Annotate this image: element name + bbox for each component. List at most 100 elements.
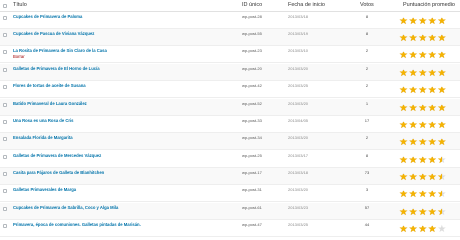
row-title-link[interactable]: Cupcakes de Primavera de Paloma: [13, 14, 82, 20]
row-title-link[interactable]: Casita para Pájaros de Galleta de Blanhi…: [13, 170, 104, 176]
row-checkbox[interactable]: [3, 16, 7, 20]
row-checkbox[interactable]: [3, 172, 7, 176]
star-icon: ★★: [437, 172, 447, 183]
row-start-date: 2013/03/18: [288, 170, 309, 175]
row-title-link[interactable]: La Rosita de Primavera de Sin Claro de l…: [13, 48, 107, 54]
row-title-link[interactable]: Cupcakes de Primavera de Sabrilla, Coco …: [13, 205, 118, 211]
row-id: wp-post-55: [242, 31, 262, 36]
star-icon: ★★: [437, 189, 447, 200]
table-row: Primavera, época de comuniones. Galletas…: [0, 220, 460, 237]
row-title-link[interactable]: Galletas de Primavera de Mercedes Vázque…: [13, 153, 101, 159]
row-votes: 2: [365, 83, 369, 88]
row-start-date: 2013/03/10: [288, 48, 309, 53]
row-rating-stars: ★★★★★★★★★★: [399, 137, 449, 148]
table-row: Batido Primaveral de Laura González wp-po…: [0, 99, 460, 116]
star-icon: ★★: [427, 189, 437, 200]
row-title-link[interactable]: Batido Primaveral de Laura González: [13, 101, 87, 107]
row-rating-stars: ★ ★ ★ ★ ★ ★ ★ ★ ★: [399, 224, 449, 235]
row-id: wp-post-33: [242, 118, 262, 123]
column-header-id[interactable]: ID único: [242, 2, 262, 9]
row-checkbox[interactable]: [3, 137, 7, 141]
row-rating-stars: ★★★★★★★★★★: [399, 189, 449, 200]
row-start-date: 2013/03/20: [288, 66, 309, 71]
star-icon: ★★: [437, 16, 447, 27]
star-icon: ★★: [437, 207, 447, 218]
row-checkbox[interactable]: [3, 207, 7, 211]
table-row: La Rosita de Primavera de Sin Claro de l…: [0, 46, 460, 63]
star-icon: ★★: [418, 33, 428, 44]
row-checkbox[interactable]: [3, 33, 7, 37]
star-icon: ★★: [399, 189, 408, 200]
star-icon: ★★: [418, 207, 428, 218]
row-id: wp-post-47: [242, 222, 262, 227]
star-icon: ★★: [399, 50, 408, 61]
row-start-date: 2013/03/18: [288, 14, 309, 19]
row-id: wp-post-52: [242, 101, 262, 106]
row-title-link[interactable]: Galletas Primaverales de Marga: [13, 187, 76, 193]
row-votes: 2: [365, 48, 369, 53]
row-start-date: 2013/03/23: [288, 205, 309, 210]
star-icon: ★★: [399, 16, 408, 27]
row-votes: 1: [365, 101, 369, 106]
row-votes: 8: [365, 14, 369, 19]
star-icon: ★★: [408, 33, 418, 44]
star-icon: ★★: [408, 103, 418, 114]
star-icon: ★★: [427, 16, 437, 27]
star-icon: ★★: [427, 224, 437, 235]
star-icon: ★★: [418, 137, 428, 148]
row-rating-stars: ★★★★★★★★★★: [399, 120, 449, 131]
row-start-date: 2013/03/20: [288, 135, 309, 140]
star-icon: ★★: [437, 137, 447, 148]
row-title-link[interactable]: Ensalada Florida de Margarita: [13, 135, 73, 141]
star-icon: ★★: [408, 172, 418, 183]
star-icon: ★★: [427, 137, 437, 148]
row-checkbox[interactable]: [3, 189, 7, 193]
select-all-checkbox[interactable]: [3, 4, 7, 8]
row-title-link[interactable]: Primavera, época de comuniones. Galletas…: [13, 222, 141, 228]
star-icon: ★★: [427, 68, 437, 79]
row-checkbox[interactable]: [3, 103, 7, 107]
row-votes: 44: [364, 222, 370, 227]
row-id: wp-post-42: [242, 83, 262, 88]
row-votes: 73: [364, 170, 370, 175]
table-row: Una Rosa es una Rosa de Cris wp-post-33 20…: [0, 116, 460, 133]
row-rating-stars: ★★★★★★★★★★: [399, 33, 449, 44]
star-icon: ★★: [427, 85, 437, 96]
star-icon: ★★: [437, 103, 447, 114]
star-icon: ★★: [418, 120, 428, 131]
star-icon: ★★: [437, 120, 447, 131]
row-delete-link[interactable]: Borrar: [13, 54, 25, 60]
star-icon: ★★: [418, 16, 428, 27]
row-checkbox[interactable]: [3, 155, 7, 159]
row-checkbox[interactable]: [3, 68, 7, 72]
row-id: wp-post-61: [242, 205, 262, 210]
row-title-link[interactable]: Una Rosa es una Rosa de Cris: [13, 118, 74, 124]
row-title-link[interactable]: Cupcakes de Pascua de Viviana Vázquez: [13, 31, 94, 37]
star-icon: ★★: [399, 33, 408, 44]
star-icon: ★★: [427, 50, 437, 61]
row-checkbox[interactable]: [3, 224, 7, 228]
star-icon: ★★: [418, 172, 428, 183]
row-start-date: 2013/03/20: [288, 101, 309, 106]
row-title-link[interactable]: Galletas de Primavera de El Horno de Luc…: [13, 66, 100, 72]
row-start-date: 2013/03/19: [288, 31, 309, 36]
table-row: Ensalada Florida de Margarita wp-post-34 2…: [0, 133, 460, 150]
star-icon: ★★: [399, 155, 408, 166]
star-icon: ★★: [427, 120, 437, 131]
star-icon: ★★: [437, 68, 447, 79]
star-icon: ★★: [399, 68, 408, 79]
row-title-link[interactable]: Flores de tortas de aceite de Susana: [13, 83, 86, 89]
star-icon: ★★: [418, 155, 428, 166]
star-icon: ★★: [408, 224, 418, 235]
row-checkbox[interactable]: [3, 85, 7, 89]
column-header-votes[interactable]: Votos: [360, 2, 374, 9]
row-id: wp-post-31: [242, 187, 262, 192]
row-checkbox[interactable]: [3, 120, 7, 124]
star-icon: ★★: [399, 207, 408, 218]
column-header-title[interactable]: Título: [13, 2, 27, 9]
column-header-rating[interactable]: Puntuación promedio: [403, 2, 455, 9]
column-header-date[interactable]: Fecha de inicio: [288, 2, 325, 9]
table-row: Flores de tortas de aceite de Susana wp-p…: [0, 81, 460, 98]
row-checkbox[interactable]: [3, 50, 7, 54]
star-icon: ★: [437, 224, 447, 235]
